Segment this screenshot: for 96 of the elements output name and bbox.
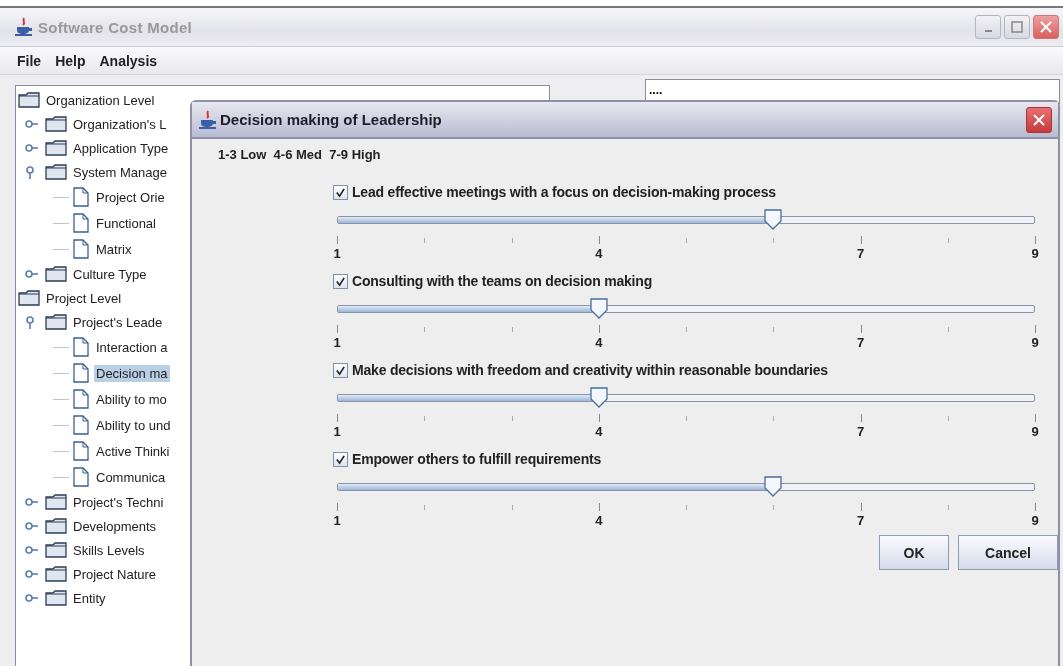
dialog-button[interactable]: OK	[879, 535, 949, 570]
folder-icon	[45, 542, 67, 558]
folder-icon	[45, 566, 67, 582]
close-button[interactable]	[1026, 106, 1052, 133]
criterion-label: Empower others to fulfill requirements	[352, 451, 602, 467]
window-title: Software Cost Model	[38, 18, 193, 36]
scale-label: 9	[1031, 513, 1039, 528]
tree-item[interactable]: Project Orie	[94, 188, 167, 206]
scale-label: 1	[333, 513, 341, 528]
menu-item[interactable]: File	[17, 52, 42, 69]
tree-item[interactable]: Skills Levels	[71, 541, 147, 559]
tree-item[interactable]: Developments	[71, 517, 159, 535]
collapsed-handle-icon[interactable]	[25, 141, 39, 155]
minimize-icon	[984, 30, 992, 32]
scale-label: 4	[595, 513, 603, 528]
document-icon	[73, 187, 89, 207]
tree-item[interactable]: Application Type	[71, 139, 171, 157]
folder-icon	[45, 140, 67, 156]
rating-legend: 1-3 Low 4-6 Med 7-9 High	[218, 147, 1058, 162]
collapsed-handle-icon[interactable]	[25, 567, 39, 581]
close-icon	[1040, 21, 1052, 33]
tree-item[interactable]: Ability to mo	[94, 390, 169, 408]
checkbox[interactable]	[333, 184, 348, 200]
tree-item[interactable]: Interaction a	[94, 338, 170, 356]
document-icon	[73, 239, 89, 259]
tree-item[interactable]: Decision ma	[94, 364, 170, 382]
scale-label: 7	[856, 246, 865, 261]
folder-icon	[45, 518, 67, 534]
collapsed-handle-icon[interactable]	[25, 267, 39, 281]
scale-label: 4	[595, 424, 603, 439]
folder-icon	[45, 314, 67, 330]
scale-label: 1	[333, 335, 341, 350]
close-icon	[1033, 113, 1045, 126]
slider-thumb[interactable]	[763, 475, 784, 497]
folder-icon	[45, 590, 67, 606]
tree-item[interactable]: Organization's L	[71, 115, 169, 133]
collapsed-handle-icon[interactable]	[25, 495, 39, 509]
maximize-button[interactable]	[1004, 15, 1030, 39]
tree-item[interactable]: Project's Leade	[71, 313, 165, 331]
document-icon	[73, 363, 89, 383]
criterion-label: Lead effective meetings with a focus on decision-making process	[352, 184, 776, 200]
scale-label: 1	[333, 424, 341, 439]
scale-label: 7	[856, 513, 865, 528]
folder-icon	[45, 266, 67, 282]
document-icon	[73, 467, 89, 487]
tree-item[interactable]: Communica	[94, 468, 168, 486]
dialog-title: Decision making of Leadership	[220, 111, 442, 128]
close-button[interactable]	[1033, 15, 1059, 39]
folder-icon	[18, 92, 40, 108]
minimize-button[interactable]	[975, 15, 1001, 39]
scale-label: 9	[1031, 246, 1039, 261]
tree-item[interactable]: Project Nature	[71, 565, 159, 583]
collapsed-handle-icon[interactable]	[25, 519, 39, 533]
document-icon	[73, 213, 89, 233]
tree-item[interactable]: Functional	[94, 214, 158, 232]
menu-item[interactable]: Analysis	[99, 52, 158, 69]
document-icon	[73, 415, 89, 435]
document-icon	[73, 441, 89, 461]
document-icon	[73, 389, 89, 409]
slider-thumb[interactable]	[588, 386, 609, 408]
collapsed-handle-icon[interactable]	[25, 543, 39, 557]
collapsed-handle-icon[interactable]	[25, 591, 39, 605]
tree-item[interactable]: Active Thinki	[94, 442, 172, 460]
scale-label: 7	[856, 335, 865, 350]
folder-icon	[45, 164, 67, 180]
tree-item[interactable]: Matrix	[94, 240, 134, 258]
tree-item[interactable]: Project's Techni	[71, 493, 166, 511]
scale-label: 1	[333, 246, 341, 261]
maximize-icon	[1011, 21, 1023, 33]
slider-thumb[interactable]	[763, 208, 784, 230]
folder-icon	[45, 116, 67, 132]
tree-item[interactable]: Entity	[71, 589, 108, 607]
collapsed-handle-icon[interactable]	[25, 117, 39, 131]
cup-icon	[14, 17, 34, 37]
scale-label: 9	[1031, 424, 1039, 439]
folder-icon	[18, 290, 40, 306]
tree-item[interactable]: Project Level	[44, 289, 124, 307]
scale-label: 4	[595, 335, 603, 350]
slider-thumb[interactable]	[588, 297, 609, 319]
tree-item[interactable]: System Manage	[71, 163, 169, 181]
scale-label: 9	[1031, 335, 1039, 350]
scale-label: 7	[856, 424, 865, 439]
checkbox[interactable]	[333, 362, 348, 378]
document-icon	[73, 337, 89, 357]
menu-item[interactable]: Help	[55, 52, 86, 69]
tree-item[interactable]: Ability to und	[94, 416, 173, 434]
scale-label: 4	[595, 246, 603, 261]
tree-item[interactable]: Organization Level	[44, 91, 157, 109]
cup-icon	[198, 109, 218, 130]
folder-icon	[45, 494, 67, 510]
dialog-button[interactable]: Cancel	[958, 535, 1058, 570]
criterion-label: Make decisions with freedom and creativity within reasonable boundaries	[352, 362, 828, 378]
checkbox[interactable]	[333, 451, 348, 467]
tree-item[interactable]: Culture Type	[71, 265, 149, 283]
checkbox[interactable]	[333, 273, 348, 289]
criterion-label: Consulting with the teams on decision making	[352, 273, 652, 289]
